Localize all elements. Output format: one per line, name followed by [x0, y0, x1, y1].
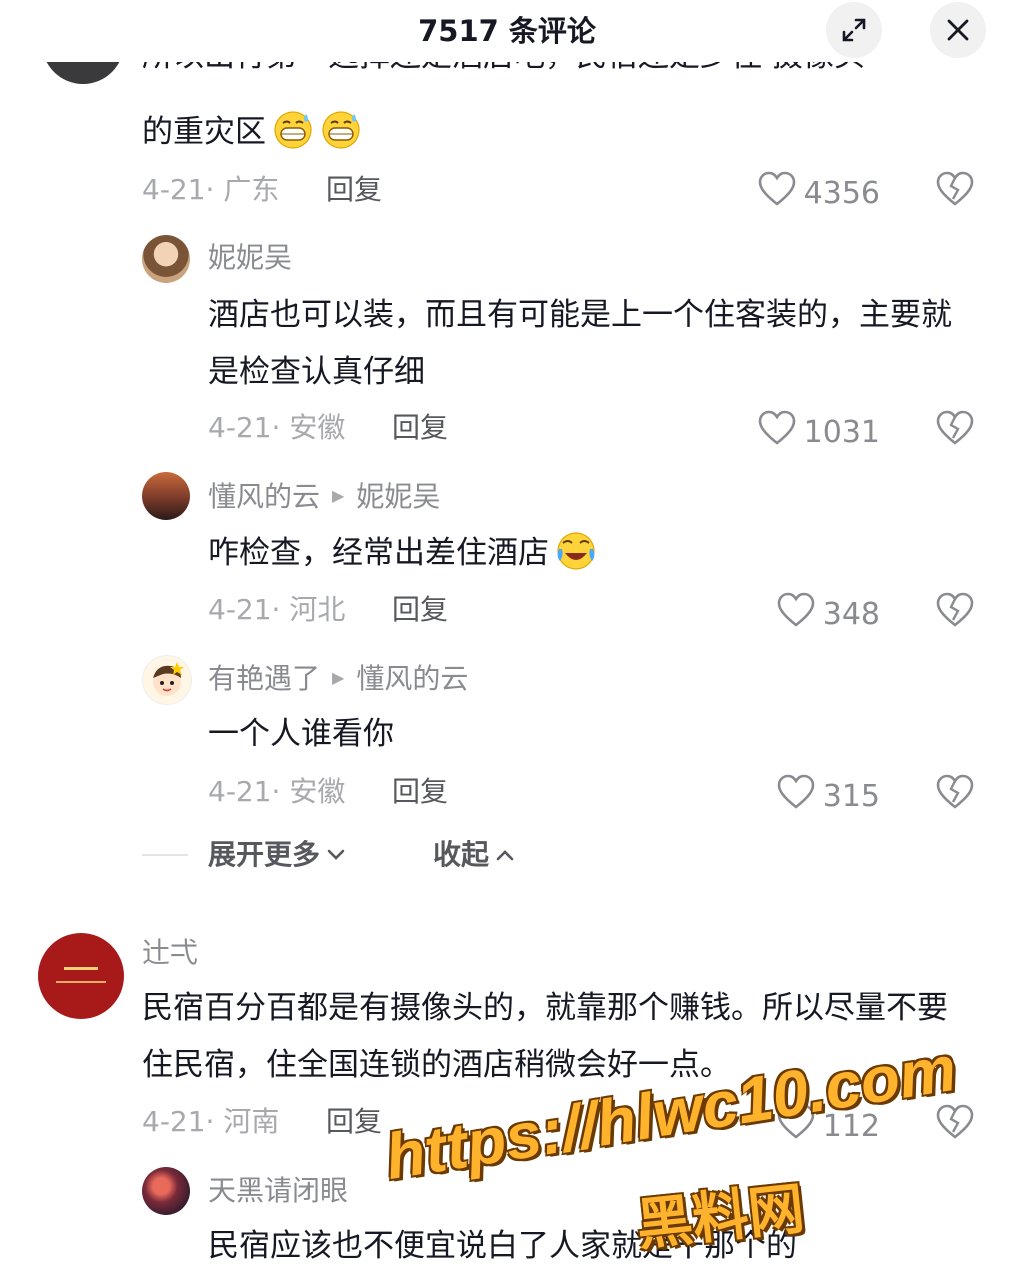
- sweat-grin-emoji: [320, 108, 362, 150]
- avatar[interactable]: [38, 933, 124, 1019]
- avatar[interactable]: [142, 472, 190, 520]
- comment-text: 酒店也可以装，而且有可能是上一个住客装的，主要就是检查认真仔细: [208, 297, 952, 390]
- reply-button[interactable]: 回复: [326, 1104, 382, 1140]
- commenter-name[interactable]: 天黑请闭眼: [208, 1173, 348, 1209]
- commenter-name[interactable]: 辻弌: [142, 935, 198, 971]
- dislike-button[interactable]: [936, 592, 974, 628]
- like-count: 1031: [803, 414, 880, 450]
- expand-button[interactable]: [826, 2, 882, 58]
- comments-header: 7517 条评论: [0, 0, 1014, 62]
- like-button[interactable]: 348: [700, 592, 880, 637]
- dislike-button[interactable]: [936, 171, 974, 207]
- collapse-label: 收起: [433, 838, 490, 871]
- dislike-button[interactable]: [936, 774, 974, 810]
- expand-icon: [841, 17, 867, 43]
- reply-to-name[interactable]: 懂风的云: [356, 662, 468, 695]
- comment-text: 咋检查，经常出差住酒店: [208, 525, 597, 582]
- comment-date-location: 4-21· 安徽: [208, 775, 346, 808]
- like-button[interactable]: 4356: [700, 171, 880, 216]
- like-button[interactable]: 315: [700, 774, 880, 819]
- reply-to-name[interactable]: 妮妮吴: [356, 480, 440, 513]
- avatar[interactable]: [142, 655, 192, 705]
- reply-button[interactable]: 回复: [392, 410, 448, 446]
- expand-more-label: 展开更多: [208, 838, 321, 871]
- heart-icon: [758, 410, 804, 455]
- chevron-up-icon: [495, 848, 515, 862]
- close-button[interactable]: [930, 2, 986, 58]
- sweat-grin-emoji: [272, 108, 314, 150]
- broken-heart-icon: [936, 774, 974, 814]
- dislike-button[interactable]: [936, 1104, 974, 1140]
- heart-icon: [777, 592, 823, 637]
- collapse-button[interactable]: 收起: [433, 837, 515, 873]
- commenter-name-line: 懂风的云 ▶ 妮妮吴: [208, 479, 440, 516]
- reply-button[interactable]: 回复: [392, 592, 448, 628]
- comment-text: 的重灾区: [142, 104, 362, 161]
- heart-icon: [777, 774, 823, 819]
- like-button[interactable]: 1031: [700, 410, 880, 455]
- like-count: 348: [822, 596, 880, 632]
- commenter-name[interactable]: 有艳遇了: [208, 662, 320, 695]
- chevron-down-icon: [326, 848, 346, 862]
- commenter-name-line: 有艳遇了 ▶ 懂风的云: [208, 661, 468, 698]
- comment-date-location: 4-21· 广东: [142, 173, 280, 206]
- reply-button[interactable]: 回复: [326, 172, 382, 208]
- reply-arrow-icon: ▶: [332, 668, 345, 687]
- like-count: 4356: [803, 175, 880, 211]
- broken-heart-icon: [936, 171, 974, 211]
- comment-text: 一个人谁看你: [208, 716, 394, 752]
- commenter-name[interactable]: 懂风的云: [208, 480, 320, 513]
- comment-date-location: 4-21· 河南: [142, 1105, 280, 1138]
- close-icon: [945, 17, 971, 43]
- thread-divider: [142, 854, 188, 856]
- reply-arrow-icon: ▶: [332, 486, 345, 505]
- heart-icon: [758, 171, 804, 216]
- commenter-name[interactable]: 妮妮吴: [208, 240, 292, 276]
- broken-heart-icon: [936, 410, 974, 450]
- broken-heart-icon: [936, 1104, 974, 1144]
- comment-date-location: 4-21· 安徽: [208, 411, 346, 444]
- avatar[interactable]: [142, 1167, 190, 1215]
- expand-more-button[interactable]: 展开更多: [208, 837, 346, 873]
- crying-laughing-emoji: [555, 529, 597, 571]
- comment-date-location: 4-21· 河北: [208, 593, 346, 626]
- like-count: 315: [822, 778, 880, 814]
- broken-heart-icon: [936, 592, 974, 632]
- dislike-button[interactable]: [936, 410, 974, 446]
- reply-button[interactable]: 回复: [392, 774, 448, 810]
- avatar[interactable]: [142, 235, 190, 283]
